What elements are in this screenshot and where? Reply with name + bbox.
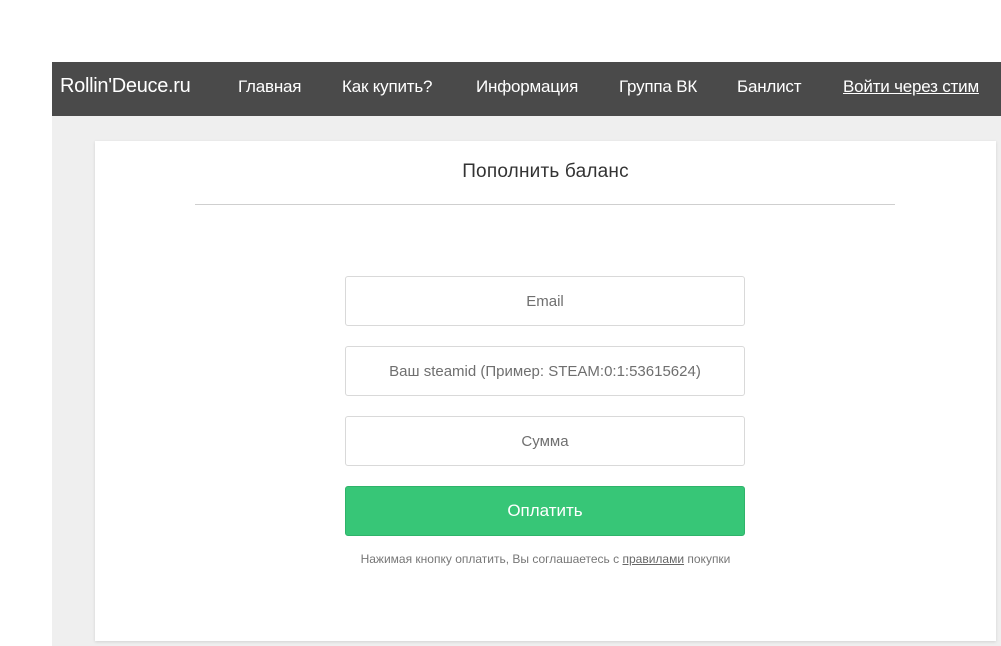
nav-item-home[interactable]: Главная xyxy=(238,77,302,97)
amount-input[interactable] xyxy=(345,416,745,466)
rules-link[interactable]: правилами xyxy=(622,552,684,566)
terms-notice: Нажимая кнопку оплатить, Вы соглашаетесь… xyxy=(95,552,996,566)
pay-button[interactable]: Оплатить xyxy=(345,486,745,536)
steam-login-link[interactable]: Войти через стим xyxy=(843,77,979,97)
site-logo[interactable]: Rollin'Deuce.ru xyxy=(60,75,191,98)
form-title: Пополнить баланс xyxy=(462,161,629,182)
site-container: Rollin'Deuce.ru Главная Как купить? Инфо… xyxy=(52,62,1001,646)
balance-form-card: Пополнить баланс Оплатить Нажимая кнопку… xyxy=(95,141,996,641)
nav-item-info[interactable]: Информация xyxy=(476,77,578,97)
nav-item-how-to-buy[interactable]: Как купить? xyxy=(342,77,432,97)
page: Rollin'Deuce.ru Главная Как купить? Инфо… xyxy=(0,0,1001,646)
steamid-input[interactable] xyxy=(345,346,745,396)
terms-text-prefix: Нажимая кнопку оплатить, Вы соглашаетесь… xyxy=(360,552,623,566)
nav-item-banlist[interactable]: Банлист xyxy=(737,77,802,97)
top-navbar: Rollin'Deuce.ru Главная Как купить? Инфо… xyxy=(52,62,1001,116)
email-input[interactable] xyxy=(345,276,745,326)
title-divider xyxy=(195,204,895,205)
nav-item-vk-group[interactable]: Группа ВК xyxy=(619,77,697,97)
terms-text-suffix: покупки xyxy=(684,552,731,566)
